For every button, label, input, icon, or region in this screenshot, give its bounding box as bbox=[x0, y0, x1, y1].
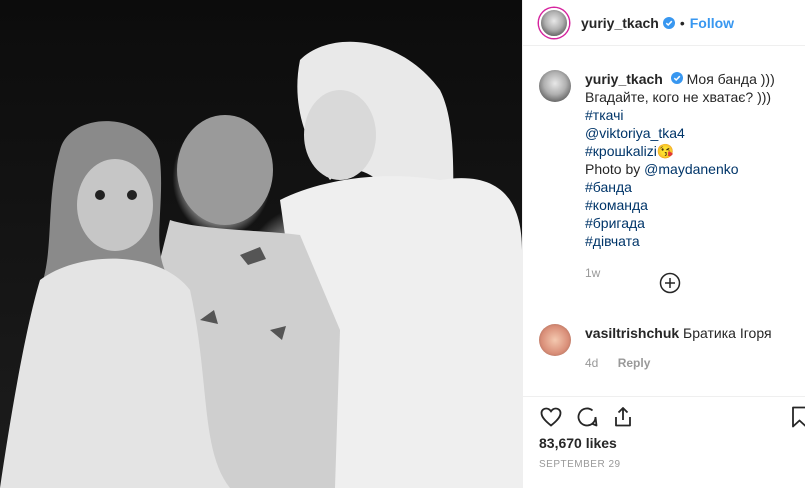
girl-eye-left bbox=[95, 190, 105, 200]
reply-button[interactable]: Reply bbox=[618, 356, 651, 370]
post-photo[interactable] bbox=[0, 0, 522, 488]
comment-meta: 4d Reply bbox=[585, 354, 795, 372]
comment-icon[interactable] bbox=[575, 405, 599, 429]
comments-list[interactable]: yuriy_tkach Моя банда ))) Вгадайте, кого… bbox=[523, 46, 805, 396]
caption-line-1: Моя банда ))) bbox=[686, 71, 775, 87]
commenter-username[interactable]: vasiltrishchuk bbox=[585, 325, 679, 341]
mention-link[interactable]: @viktoriya_tka4 bbox=[585, 124, 795, 142]
hashtag-link[interactable]: #ткачі bbox=[585, 106, 795, 124]
comment-text: Братика Ігоря bbox=[683, 325, 772, 341]
post-date[interactable]: SEPTEMBER 29 bbox=[539, 459, 621, 470]
post-header: yuriy_tkach • Follow bbox=[523, 0, 805, 46]
post-sidebar: yuriy_tkach • Follow yuriy_tkach Моя бан… bbox=[522, 0, 805, 488]
caption-age[interactable]: 1w bbox=[585, 264, 795, 282]
comment-age[interactable]: 4d bbox=[585, 356, 598, 370]
caption-body: yuriy_tkach Моя банда ))) Вгадайте, кого… bbox=[585, 70, 795, 282]
girl-face bbox=[77, 159, 153, 251]
heart-icon[interactable] bbox=[539, 405, 563, 429]
comment-body: vasiltrishchuk Братика Ігоря 4d Reply bbox=[585, 324, 795, 372]
share-icon[interactable] bbox=[611, 405, 635, 429]
photo-credit: Photo by @maydanenko bbox=[585, 160, 795, 178]
caption-item: yuriy_tkach Моя банда ))) Вгадайте, кого… bbox=[539, 70, 795, 282]
mention-link[interactable]: @maydanenko bbox=[644, 161, 738, 177]
woman-face bbox=[304, 90, 376, 180]
caption-username[interactable]: yuriy_tkach bbox=[585, 71, 663, 87]
hashtag-link[interactable]: #команда bbox=[585, 196, 795, 214]
author-username[interactable]: yuriy_tkach bbox=[581, 15, 659, 31]
caption-avatar[interactable] bbox=[539, 70, 571, 102]
caption-line-2: Вгадайте, кого не хватає? ))) bbox=[585, 89, 772, 105]
photo-illustration bbox=[0, 41, 522, 488]
hashtag-link[interactable]: #крошkalizi😘 bbox=[585, 142, 795, 160]
instagram-post: yuriy_tkach • Follow yuriy_tkach Моя бан… bbox=[0, 0, 805, 488]
verified-badge-icon bbox=[662, 16, 675, 29]
girl-eye-right bbox=[127, 190, 137, 200]
plus-circle-icon[interactable] bbox=[659, 272, 681, 294]
hashtag-link[interactable]: #дівчата bbox=[585, 232, 795, 250]
action-icons bbox=[539, 405, 635, 429]
verified-badge-icon bbox=[670, 72, 683, 84]
hashtag-link[interactable]: #бригада bbox=[585, 214, 795, 232]
follow-button[interactable]: Follow bbox=[690, 15, 734, 31]
actions-section: 83,670 likes SEPTEMBER 29 bbox=[523, 396, 805, 488]
man-head bbox=[177, 115, 273, 225]
author-avatar[interactable] bbox=[539, 7, 569, 38]
separator-dot: • bbox=[679, 14, 685, 31]
hashtag-link[interactable]: #банда bbox=[585, 178, 795, 196]
commenter-avatar[interactable] bbox=[539, 324, 571, 356]
bookmark-icon[interactable] bbox=[789, 405, 805, 432]
likes-count[interactable]: 83,670 likes bbox=[539, 435, 617, 451]
comment-item: vasiltrishchuk Братика Ігоря 4d Reply bbox=[539, 324, 795, 372]
photo-credit-prefix: Photo by bbox=[585, 161, 645, 177]
